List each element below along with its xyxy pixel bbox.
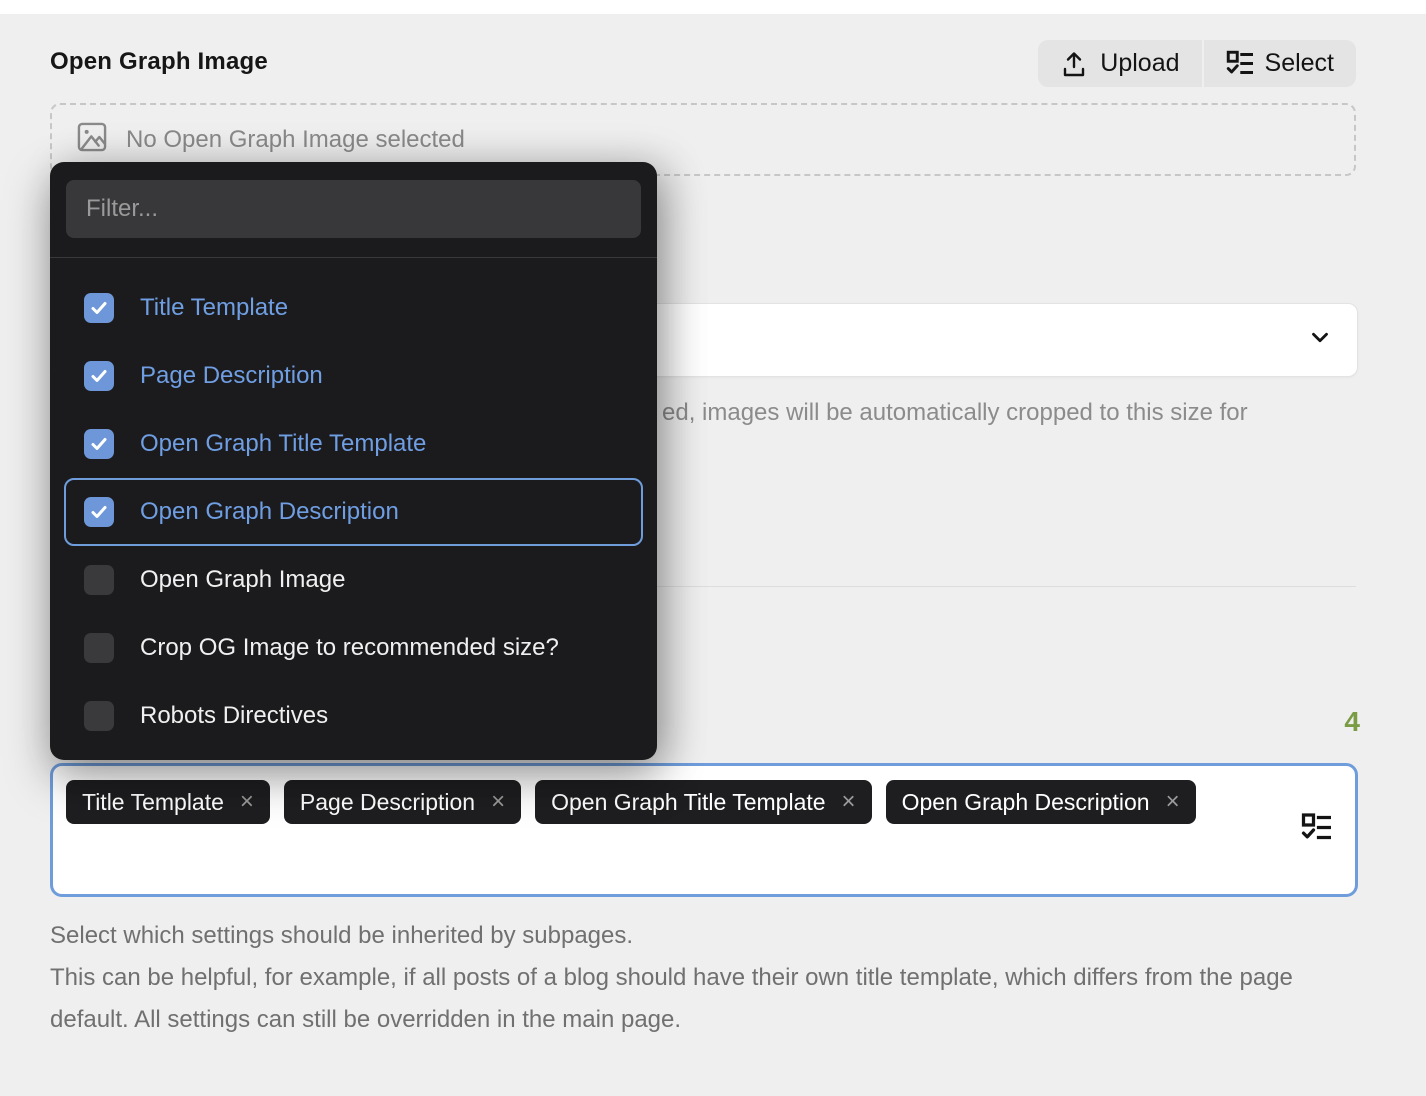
select-button-label: Select bbox=[1265, 49, 1334, 78]
crop-size-help-text: ed, images will be automatically cropped… bbox=[662, 399, 1248, 427]
help-line-1: Select which settings should be inherite… bbox=[50, 915, 1350, 957]
checklist-icon bbox=[1226, 50, 1253, 77]
option-label: Page Description bbox=[140, 362, 323, 390]
inherit-settings-dropdown: Title Template Page Description Open Gra… bbox=[50, 162, 657, 760]
option-og-title-template[interactable]: Open Graph Title Template bbox=[64, 410, 643, 478]
help-line-2: This can be helpful, for example, if all… bbox=[50, 957, 1350, 1041]
option-robots-directives[interactable]: Robots Directives bbox=[64, 682, 643, 750]
tag-title-template: Title Template × bbox=[66, 780, 270, 824]
tag-label: Open Graph Description bbox=[902, 789, 1150, 816]
tag-label: Title Template bbox=[82, 789, 224, 816]
asset-actions-group: Upload Select bbox=[1038, 40, 1356, 87]
option-og-image[interactable]: Open Graph Image bbox=[64, 546, 643, 614]
checkbox-unchecked-icon[interactable] bbox=[84, 565, 114, 595]
checkbox-checked-icon[interactable] bbox=[84, 429, 114, 459]
upload-icon bbox=[1060, 50, 1088, 78]
image-icon bbox=[76, 121, 108, 158]
option-label: Open Graph Description bbox=[140, 498, 399, 526]
options-list: Title Template Page Description Open Gra… bbox=[50, 258, 657, 760]
option-label: Crop OG Image to recommended size? bbox=[140, 634, 559, 662]
checkbox-checked-icon[interactable] bbox=[84, 361, 114, 391]
seo-settings-section: Open Graph Image Upload bbox=[0, 0, 1426, 1096]
chevron-down-icon bbox=[1307, 325, 1333, 356]
option-crop-og-image[interactable]: Crop OG Image to recommended size? bbox=[64, 614, 643, 682]
remove-tag-icon[interactable]: × bbox=[491, 790, 505, 814]
tag-label: Open Graph Title Template bbox=[551, 789, 825, 816]
filter-input[interactable] bbox=[66, 180, 641, 238]
checkbox-unchecked-icon[interactable] bbox=[84, 633, 114, 663]
remove-tag-icon[interactable]: × bbox=[1166, 790, 1180, 814]
upload-button-label: Upload bbox=[1100, 49, 1179, 78]
option-label: Open Graph Title Template bbox=[140, 430, 426, 458]
inherit-settings-field[interactable]: Title Template × Page Description × Open… bbox=[50, 763, 1358, 897]
tag-og-description: Open Graph Description × bbox=[886, 780, 1196, 824]
inherit-settings-help: Select which settings should be inherite… bbox=[50, 915, 1350, 1041]
option-label: Robots Directives bbox=[140, 702, 328, 730]
selected-count-badge: 4 bbox=[1344, 706, 1360, 738]
og-image-placeholder-text: No Open Graph Image selected bbox=[126, 126, 465, 154]
upload-button[interactable]: Upload bbox=[1038, 40, 1201, 87]
checklist-icon bbox=[1301, 813, 1331, 848]
remove-tag-icon[interactable]: × bbox=[842, 790, 856, 814]
tag-label: Page Description bbox=[300, 789, 475, 816]
tag-page-description: Page Description × bbox=[284, 780, 521, 824]
remove-tag-icon[interactable]: × bbox=[240, 790, 254, 814]
checkbox-unchecked-icon[interactable] bbox=[84, 701, 114, 731]
option-label: Open Graph Image bbox=[140, 566, 345, 594]
field-label-open-graph-image: Open Graph Image bbox=[50, 48, 268, 76]
option-og-description[interactable]: Open Graph Description bbox=[64, 478, 643, 546]
tag-og-title-template: Open Graph Title Template × bbox=[535, 780, 871, 824]
checkbox-checked-icon[interactable] bbox=[84, 293, 114, 323]
option-label: Title Template bbox=[140, 294, 288, 322]
option-title-template[interactable]: Title Template bbox=[64, 274, 643, 342]
option-page-description[interactable]: Page Description bbox=[64, 342, 643, 410]
filter-row bbox=[50, 162, 657, 258]
checkbox-checked-icon[interactable] bbox=[84, 497, 114, 527]
select-button[interactable]: Select bbox=[1204, 40, 1356, 87]
